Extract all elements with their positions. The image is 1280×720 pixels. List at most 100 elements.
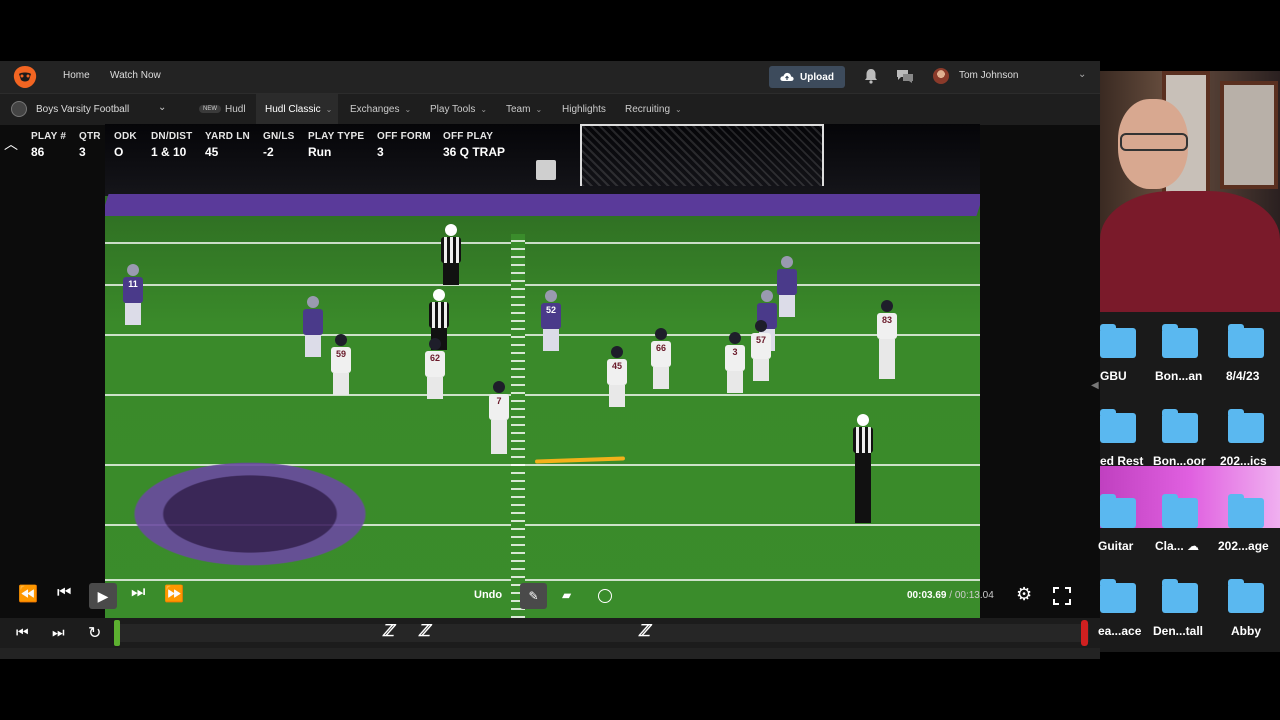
tab-play-tools[interactable]: Play Tools ⌄ [430, 104, 487, 115]
folder-label[interactable]: Bon...oor [1153, 454, 1206, 468]
stat-off-form: OFF FORM 3 [377, 131, 431, 159]
annotation-marker-icon[interactable]: ℤ [638, 621, 650, 641]
jersey-number: 66 [655, 343, 666, 353]
clip-list-strip [0, 648, 1100, 659]
upload-button[interactable]: Upload [769, 66, 845, 88]
offense-player: 66 [651, 328, 671, 389]
step-back-icon[interactable]: ⏮ [57, 584, 71, 602]
folder-icon[interactable] [1100, 579, 1136, 613]
folder-icon[interactable] [1100, 409, 1136, 443]
tab-exchanges[interactable]: Exchanges ⌄ [350, 104, 411, 115]
messages-icon[interactable] [895, 67, 915, 85]
stat-label: QTR [79, 131, 101, 142]
user-name[interactable]: Tom Johnson [959, 70, 1018, 81]
folder-label[interactable]: Abby [1231, 624, 1261, 638]
yard-line [105, 242, 980, 244]
team-selector[interactable]: Boys Varsity Football [36, 104, 129, 115]
timeline-track[interactable] [114, 624, 1089, 642]
tab-hudl[interactable]: NEW Hudl [199, 104, 246, 115]
settings-gear-icon[interactable]: ⚙ [1016, 584, 1032, 605]
background-window [1220, 81, 1278, 189]
annotation-marker-icon[interactable]: ℤ [382, 621, 394, 641]
annotation-marker-icon[interactable]: ℤ [418, 621, 430, 641]
next-clip-icon[interactable]: ⏭ [52, 624, 65, 641]
goalpost-net [580, 124, 824, 186]
team-logo-icon [11, 101, 27, 117]
folder-icon[interactable] [1228, 324, 1264, 358]
collapse-info-chevron-icon[interactable]: ︿ [4, 134, 18, 154]
folder-icon[interactable] [1228, 409, 1264, 443]
previous-clip-icon[interactable]: ⏮ [16, 624, 29, 641]
folder-label[interactable]: 202...ics [1220, 454, 1267, 468]
folder-label[interactable]: 8/4/23 [1226, 369, 1259, 383]
undo-button[interactable]: Undo [474, 589, 502, 601]
freehand-draw-button[interactable]: ✎ [520, 583, 547, 609]
drawing-square[interactable] [536, 160, 556, 180]
folder-label[interactable]: ed Rest [1100, 454, 1143, 468]
user-menu-chevron-icon[interactable]: ⌄ [1078, 69, 1086, 80]
nav-home-link[interactable]: Home [63, 70, 90, 81]
offense-player: 62 [425, 338, 445, 399]
midfield-logo [115, 454, 385, 574]
rewind-icon[interactable]: ⏪ [18, 584, 38, 604]
tab-recruiting[interactable]: Recruiting ⌄ [625, 104, 682, 115]
tab-highlights[interactable]: Highlights [562, 104, 606, 115]
user-avatar[interactable] [933, 68, 949, 84]
drawn-annotation-line[interactable] [534, 456, 626, 464]
tab-hudl-classic[interactable]: Hudl Classic ⌄ [265, 104, 332, 115]
folder-label[interactable]: GBU [1100, 369, 1127, 383]
hudl-logo-icon[interactable] [11, 64, 39, 90]
fullscreen-icon[interactable] [1053, 587, 1071, 605]
timeline-start-marker[interactable] [114, 620, 120, 646]
jersey-number: 45 [611, 361, 622, 371]
folder-icon[interactable] [1162, 409, 1198, 443]
jersey-number: 52 [545, 305, 556, 315]
folder-icon[interactable] [1162, 579, 1198, 613]
fast-forward-icon[interactable]: ⏩ [164, 584, 184, 604]
notifications-bell-icon[interactable] [862, 67, 880, 85]
stat-label: PLAY # [31, 131, 67, 142]
yard-line [105, 579, 980, 581]
circle-tool-icon[interactable] [598, 589, 612, 603]
folder-label[interactable]: ea...ace [1098, 624, 1141, 638]
folder-icon[interactable] [1228, 579, 1264, 613]
top-nav-bar: Home Watch Now Upload Tom Johnson ⌄ [0, 61, 1100, 93]
tab-hudl-classic-label: Hudl Classic [265, 104, 321, 115]
folder-icon[interactable] [1162, 494, 1198, 528]
stat-value: 3 [377, 145, 384, 159]
folder-icon[interactable] [1100, 494, 1136, 528]
chevron-down-icon: ⌄ [480, 105, 488, 114]
step-forward-icon[interactable]: ⏭ [131, 584, 145, 602]
folder-icon[interactable] [1100, 324, 1136, 358]
panel-expand-arrow-icon[interactable]: ◀ [1091, 380, 1099, 391]
stat-value: -2 [263, 145, 274, 159]
team-selector-chevron-icon[interactable]: ⌄ [158, 102, 166, 113]
folder-icon[interactable] [1162, 324, 1198, 358]
tab-team[interactable]: Team ⌄ [506, 104, 542, 115]
defender-player [303, 296, 323, 357]
folder-label[interactable]: Den...tall [1153, 624, 1203, 638]
jersey-number: 11 [128, 279, 138, 289]
team-sub-nav: Boys Varsity Football ⌄ NEW Hudl Hudl Cla… [0, 93, 1100, 125]
chevron-down-icon: ⌄ [535, 105, 543, 114]
folder-label[interactable]: Bon...an [1155, 369, 1202, 383]
video-frame[interactable]: 11 52 59 62 7 45 66 3 57 83 [105, 124, 980, 659]
comment-icon[interactable]: ▰ [562, 588, 571, 602]
offense-player: 3 [725, 332, 745, 393]
tab-highlights-label: Highlights [562, 104, 606, 115]
webcam-overlay [1100, 71, 1280, 312]
stat-value: Run [308, 145, 332, 159]
jersey-number: 62 [429, 353, 440, 363]
icloud-download-icon: ☁ [1187, 539, 1200, 553]
loop-icon[interactable]: ↻ [88, 623, 101, 643]
jersey-number: 3 [732, 347, 738, 357]
folder-label[interactable]: 202...age [1218, 539, 1269, 553]
nav-watch-now-link[interactable]: Watch Now [110, 70, 161, 81]
current-time: 00:03.69 [907, 590, 947, 601]
stat-yard-line: YARD LN 45 [205, 131, 250, 159]
folder-icon[interactable] [1228, 494, 1264, 528]
folder-label[interactable]: Cla... ☁ [1155, 539, 1199, 553]
folder-label[interactable]: Guitar [1098, 539, 1133, 553]
timeline-end-marker[interactable] [1081, 620, 1088, 646]
play-button[interactable]: ▶ [89, 583, 117, 609]
